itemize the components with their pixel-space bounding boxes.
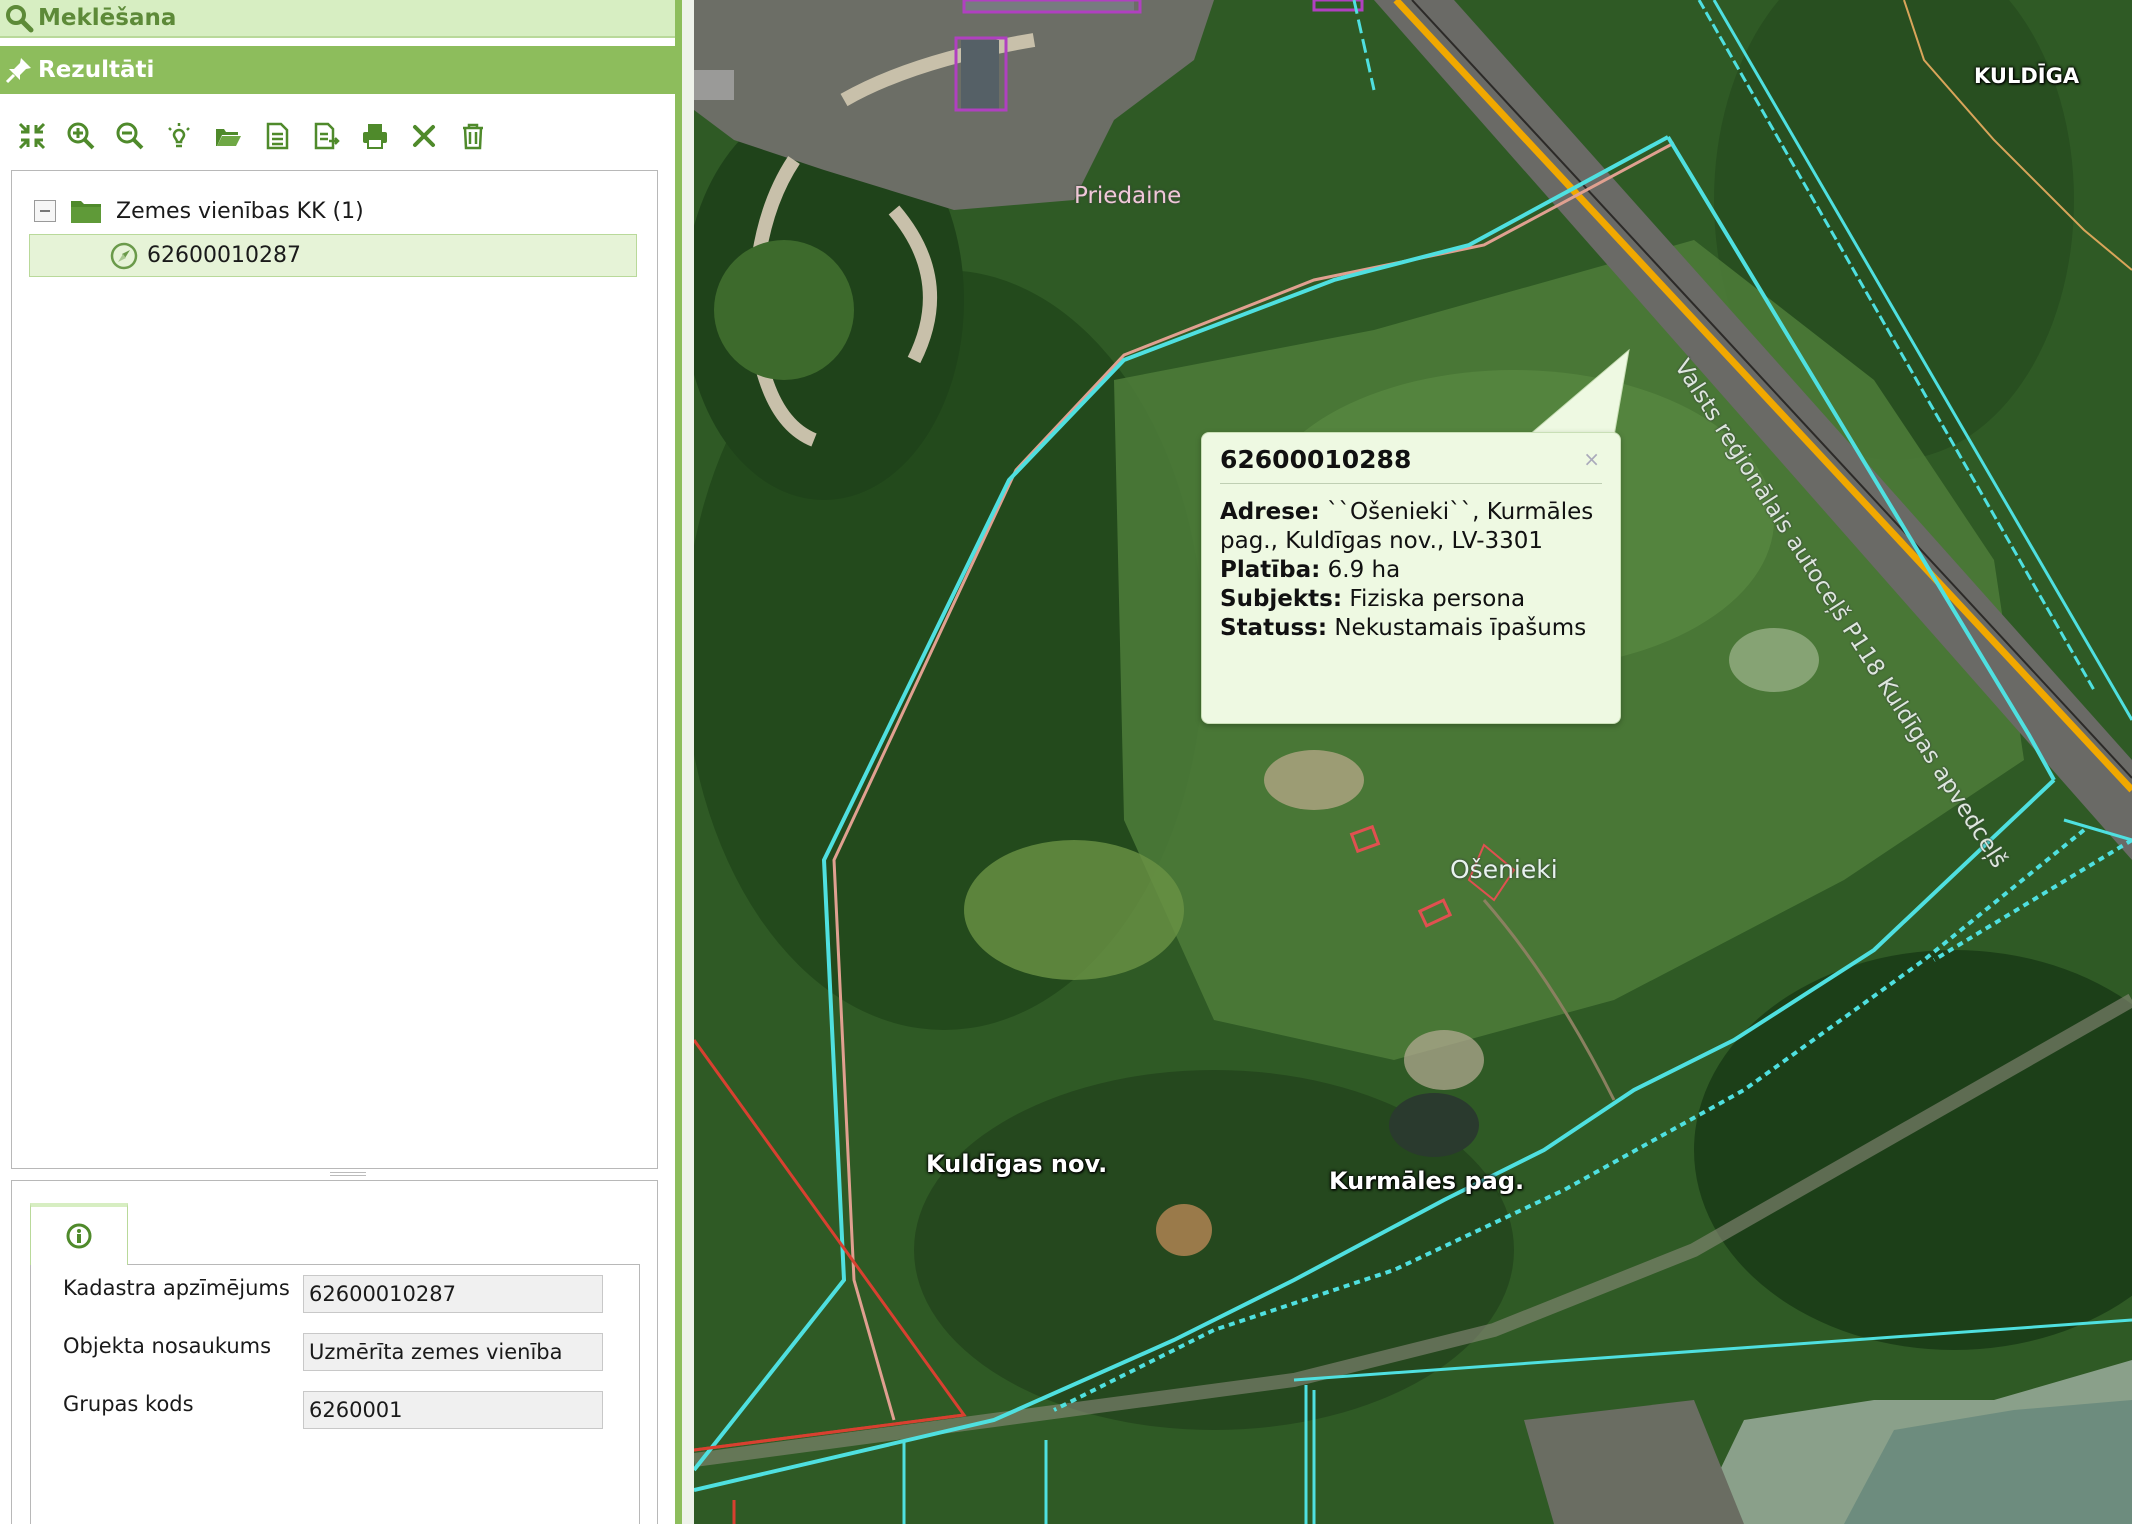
left-panel: Meklēšana Rezultāti Zemes vienības KK (1… [0,0,682,1524]
collapse-toggle[interactable] [34,200,56,222]
popup-subject-label: Subjekts: [1220,586,1343,612]
trash-icon[interactable] [455,118,491,154]
panel-border [675,0,682,1524]
results-toolbar [14,118,504,154]
popup-subject-value: Fiziska persona [1349,586,1526,612]
app: Meklēšana Rezultāti Zemes vienības KK (1… [0,0,2132,1524]
pin-icon [2,53,36,87]
info-icon [65,1222,93,1250]
tree-group-label: Zemes vienības KK (1) [116,198,364,224]
details-content: Kadastra apzīmējums 62600010287 Objekta … [30,1264,640,1524]
detail-value-field[interactable]: Uzmērīta zemes vienība [303,1333,603,1371]
tree-item-row[interactable]: 62600010287 [29,234,637,277]
detail-row-cadastre: Kadastra apzīmējums 62600010287 [63,1275,603,1313]
popup-area-label: Platība: [1220,557,1321,583]
popup-address-label: Adrese: [1220,499,1320,525]
map-canvas [694,0,2132,1524]
detail-row-object-name: Objekta nosaukums Uzmērīta zemes vienība [63,1333,603,1371]
map-label-kuldiga: KULDĪGA [1974,64,2080,88]
folder-icon [70,198,102,224]
lightbulb-icon[interactable] [161,118,197,154]
document-icon[interactable] [259,118,295,154]
accordion-results-label: Rezultāti [38,57,155,83]
tree-group-row[interactable]: Zemes vienības KK (1) [34,191,364,231]
detail-label: Kadastra apzīmējums [63,1276,290,1300]
results-tree: Zemes vienības KK (1) 62600010287 [11,170,658,1169]
popup-body: Adrese: ``Ošenieki``, Kurmāles pag., Kul… [1220,498,1602,643]
zoom-out-icon[interactable] [112,118,148,154]
tree-item-label: 62600010287 [147,243,301,268]
map-label-kurmales-pag: Kurmāles pag. [1329,1167,1525,1195]
search-icon [2,1,36,35]
map-label-kuldigas-nov: Kuldīgas nov. [926,1150,1108,1178]
zoom-in-icon[interactable] [63,118,99,154]
compass-icon [109,241,139,271]
detail-value-field[interactable]: 62600010287 [303,1275,603,1313]
detail-label: Grupas kods [63,1392,194,1416]
panel-splitter[interactable] [330,1172,366,1176]
export-document-icon[interactable] [308,118,344,154]
popup-status-label: Statuss: [1220,615,1328,641]
parcel-popup: 62600010288 × Adrese: ``Ošenieki``, Kurm… [1201,432,1621,724]
close-icon[interactable]: × [1583,447,1600,471]
panel-gutter[interactable] [682,0,694,1524]
detail-value-field[interactable]: 6260001 [303,1391,603,1429]
info-tab[interactable] [30,1203,128,1265]
print-icon[interactable] [357,118,393,154]
accordion-search-label: Meklēšana [38,5,177,31]
details-panel: Kadastra apzīmējums 62600010287 Objekta … [11,1180,658,1524]
map-label-priedaine: Priedaine [1074,183,1182,209]
map-view[interactable]: Priedaine KULDĪGA Valsts reģionālais aut… [694,0,2132,1524]
detail-label: Objekta nosaukums [63,1334,272,1358]
open-folder-icon[interactable] [210,118,246,154]
popup-status-value: Nekustamais īpašums [1334,615,1587,641]
accordion-results-header[interactable]: Rezultāti [0,46,682,94]
map-label-osenieki: Ošenieki [1450,855,1558,884]
popup-area-value: 6.9 ha [1327,557,1401,583]
clear-icon[interactable] [406,118,442,154]
detail-row-group-code: Grupas kods 6260001 [63,1391,603,1429]
popup-title: 62600010288 [1220,445,1602,484]
zoom-to-all-icon[interactable] [14,118,50,154]
accordion-search-header[interactable]: Meklēšana [0,0,682,38]
